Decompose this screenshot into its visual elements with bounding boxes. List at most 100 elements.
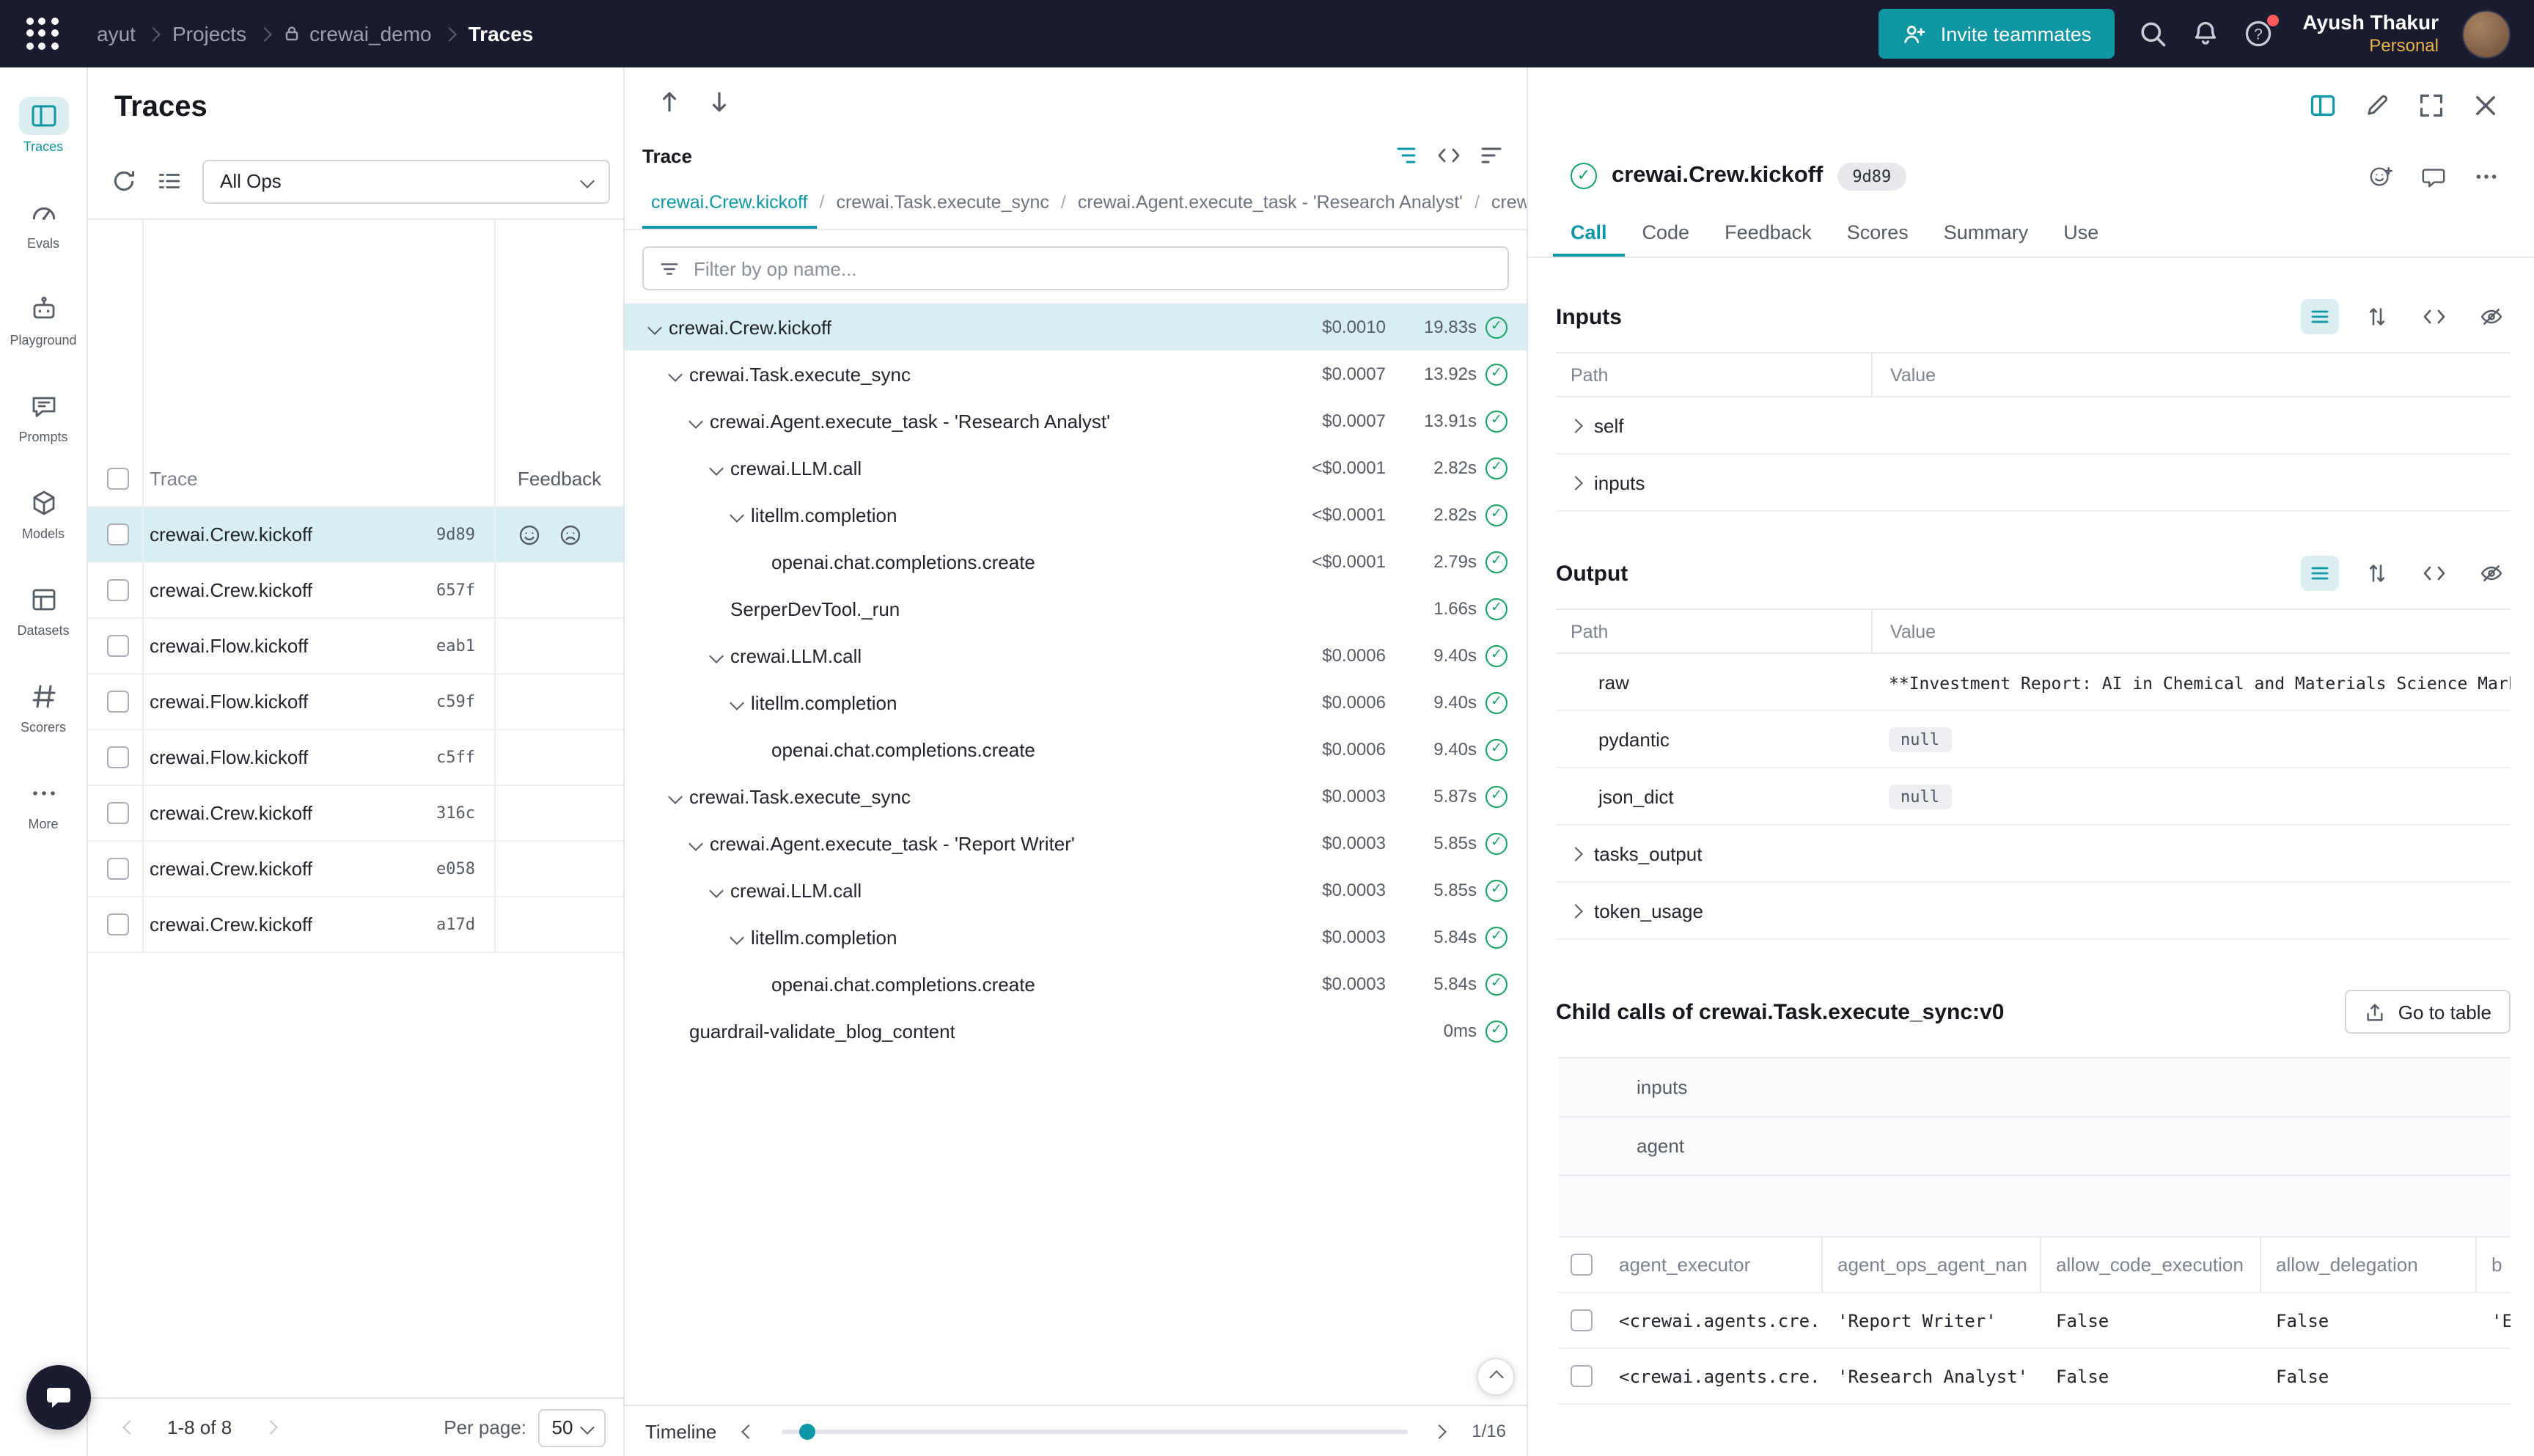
row-checkbox[interactable]	[107, 691, 129, 713]
trace-tree-row[interactable]: litellm.completion $0.0003 5.84s ✓	[625, 913, 1527, 960]
trace-tree-row[interactable]: litellm.completion $0.0006 9.40s ✓	[625, 679, 1527, 726]
trace-tree-row[interactable]: crewai.Crew.kickoff $0.0010 19.83s ✓	[625, 304, 1527, 350]
trace-tree-row[interactable]: crewai.Agent.execute_task - 'Report Writ…	[625, 820, 1527, 867]
input-row-inputs[interactable]: inputs	[1556, 455, 2511, 512]
row-checkbox[interactable]	[107, 523, 129, 545]
column-header[interactable]: allow_delegation	[2261, 1238, 2477, 1292]
table-row[interactable]: crewai.Crew.kickoff657f	[88, 563, 623, 619]
chevron-down-icon[interactable]	[663, 791, 686, 801]
toggle-tree-pane-icon[interactable]	[2310, 92, 2336, 119]
breadcrumb-entity[interactable]: ayut	[97, 22, 136, 45]
trace-tree-row[interactable]: openai.chat.completions.create <$0.0001 …	[625, 538, 1527, 585]
support-chat-button[interactable]	[26, 1365, 91, 1430]
column-header[interactable]: allow_code_execution	[2041, 1238, 2261, 1292]
tab-call[interactable]: Call	[1553, 208, 1625, 257]
output-row-json-dict[interactable]: json_dict null	[1556, 768, 2511, 826]
next-trace-down-icon[interactable]	[707, 89, 732, 114]
chevron-down-icon[interactable]	[704, 885, 727, 895]
trace-tree-row[interactable]: SerperDevTool._run 1.66s ✓	[625, 585, 1527, 632]
invite-teammates-button[interactable]: Invite teammates	[1879, 9, 2115, 59]
table-row[interactable]: crewai.Crew.kickoffa17d	[88, 897, 623, 953]
per-page-select[interactable]: 50	[538, 1408, 606, 1446]
prev-trace-up-icon[interactable]	[657, 89, 682, 114]
list-view-icon[interactable]	[2301, 299, 2339, 334]
row-checkbox[interactable]	[107, 858, 129, 880]
list-view-icon[interactable]	[2301, 556, 2339, 591]
refresh-icon[interactable]	[111, 169, 136, 194]
child-table-row[interactable]: <crewai.agents.cre... 'Report Writer' Fa…	[1559, 1293, 2511, 1349]
search-icon[interactable]	[2138, 19, 2167, 48]
flame-graph-icon[interactable]	[1480, 144, 1503, 167]
call-id-badge[interactable]: 9d89	[1837, 162, 1906, 190]
chevron-right-icon[interactable]	[1568, 903, 1583, 918]
sidebar-item-scorers[interactable]: Scorers	[4, 663, 83, 748]
chevron-down-icon[interactable]	[683, 838, 707, 848]
select-all-checkbox[interactable]	[107, 468, 129, 490]
expand-all-icon[interactable]	[2358, 556, 2396, 591]
tab-feedback[interactable]: Feedback	[1707, 208, 1829, 257]
column-header[interactable]: agent_executor	[1604, 1238, 1823, 1292]
timeline-slider-handle[interactable]	[800, 1423, 816, 1439]
input-row-self[interactable]: self	[1556, 397, 2511, 455]
output-row-raw[interactable]: raw **Investment Report: AI in Chemical …	[1556, 654, 2511, 711]
trace-tree-row[interactable]: litellm.completion <$0.0001 2.82s ✓	[625, 491, 1527, 538]
code-view-icon[interactable]	[2415, 556, 2453, 591]
path-segment[interactable]: crewai.LLM.call	[1483, 176, 1527, 229]
tab-use[interactable]: Use	[2046, 208, 2116, 257]
column-header[interactable]: agent_ops_agent_nan	[1823, 1238, 2041, 1292]
edit-pencil-icon[interactable]	[2364, 92, 2390, 119]
row-checkbox[interactable]	[1571, 1365, 1593, 1387]
tab-scores[interactable]: Scores	[1829, 208, 1926, 257]
row-checkbox[interactable]	[1571, 1309, 1593, 1331]
table-row[interactable]: crewai.Crew.kickoff9d89	[88, 507, 623, 563]
user-block[interactable]: Ayush Thakur Personal	[2302, 11, 2439, 56]
chevron-down-icon[interactable]	[663, 369, 686, 379]
tree-view-icon[interactable]	[1395, 144, 1418, 167]
chevron-down-icon[interactable]	[683, 416, 707, 426]
op-name-filter-input[interactable]	[694, 257, 1493, 279]
sidebar-item-models[interactable]: Models	[4, 469, 83, 554]
chevron-down-icon[interactable]	[704, 650, 727, 661]
hide-values-eye-icon[interactable]	[2472, 299, 2511, 334]
frowny-feedback-icon[interactable]	[559, 523, 582, 546]
row-checkbox[interactable]	[107, 802, 129, 824]
trace-tree-row[interactable]: crewai.LLM.call $0.0003 5.85s ✓	[625, 867, 1527, 913]
table-row[interactable]: crewai.Flow.kickoffeab1	[88, 619, 623, 674]
path-segment[interactable]: crewai.Crew.kickoff	[642, 176, 817, 229]
trace-tree-row[interactable]: openai.chat.completions.create $0.0006 9…	[625, 726, 1527, 773]
ops-filter-select[interactable]: All Ops	[202, 159, 610, 203]
prev-page-icon[interactable]	[111, 1410, 147, 1445]
sidebar-item-prompts[interactable]: Prompts	[4, 372, 83, 457]
row-checkbox[interactable]	[107, 579, 129, 601]
sidebar-item-datasets[interactable]: Datasets	[4, 566, 83, 651]
trace-tree-row[interactable]: crewai.Task.execute_sync $0.0007 13.92s …	[625, 350, 1527, 397]
sidebar-item-traces[interactable]: Traces	[4, 82, 83, 167]
tab-code[interactable]: Code	[1625, 208, 1708, 257]
trace-tree-row[interactable]: crewai.LLM.call <$0.0001 2.82s ✓	[625, 444, 1527, 491]
path-segment[interactable]: crewai.Task.execute_sync	[827, 176, 1057, 229]
path-segment[interactable]: crewai.Agent.execute_task - 'Research An…	[1069, 176, 1472, 229]
output-row-tasks-output[interactable]: tasks_output	[1556, 826, 2511, 883]
chevron-right-icon[interactable]	[1568, 418, 1583, 433]
table-row[interactable]: crewai.Crew.kickoff316c	[88, 786, 623, 842]
avatar[interactable]	[2462, 10, 2511, 58]
chevron-down-icon[interactable]	[724, 510, 748, 520]
tab-summary[interactable]: Summary	[1926, 208, 2046, 257]
chevron-right-icon[interactable]	[1568, 846, 1583, 861]
timeline-next-icon[interactable]	[1422, 1413, 1457, 1449]
sidebar-item-more[interactable]: More	[4, 760, 83, 845]
output-row-token-usage[interactable]: token_usage	[1556, 883, 2511, 940]
breadcrumb-project[interactable]: crewai_demo	[283, 22, 432, 45]
column-header-feedback[interactable]: Feedback	[493, 468, 623, 490]
trace-tree-row[interactable]: crewai.Task.execute_sync $0.0003 5.87s ✓	[625, 773, 1527, 820]
trace-tree-row[interactable]: crewai.LLM.call $0.0006 9.40s ✓	[625, 632, 1527, 679]
smiley-feedback-icon[interactable]	[518, 523, 541, 546]
expand-all-icon[interactable]	[2358, 299, 2396, 334]
help-icon[interactable]: ?	[2244, 19, 2273, 48]
chevron-down-icon[interactable]	[642, 322, 666, 332]
timeline-prev-icon[interactable]	[731, 1413, 766, 1449]
column-header-trace[interactable]: Trace	[142, 468, 493, 490]
row-checkbox[interactable]	[107, 746, 129, 768]
add-reaction-icon[interactable]	[2368, 163, 2393, 188]
table-row[interactable]: crewai.Flow.kickoffc59f	[88, 674, 623, 730]
